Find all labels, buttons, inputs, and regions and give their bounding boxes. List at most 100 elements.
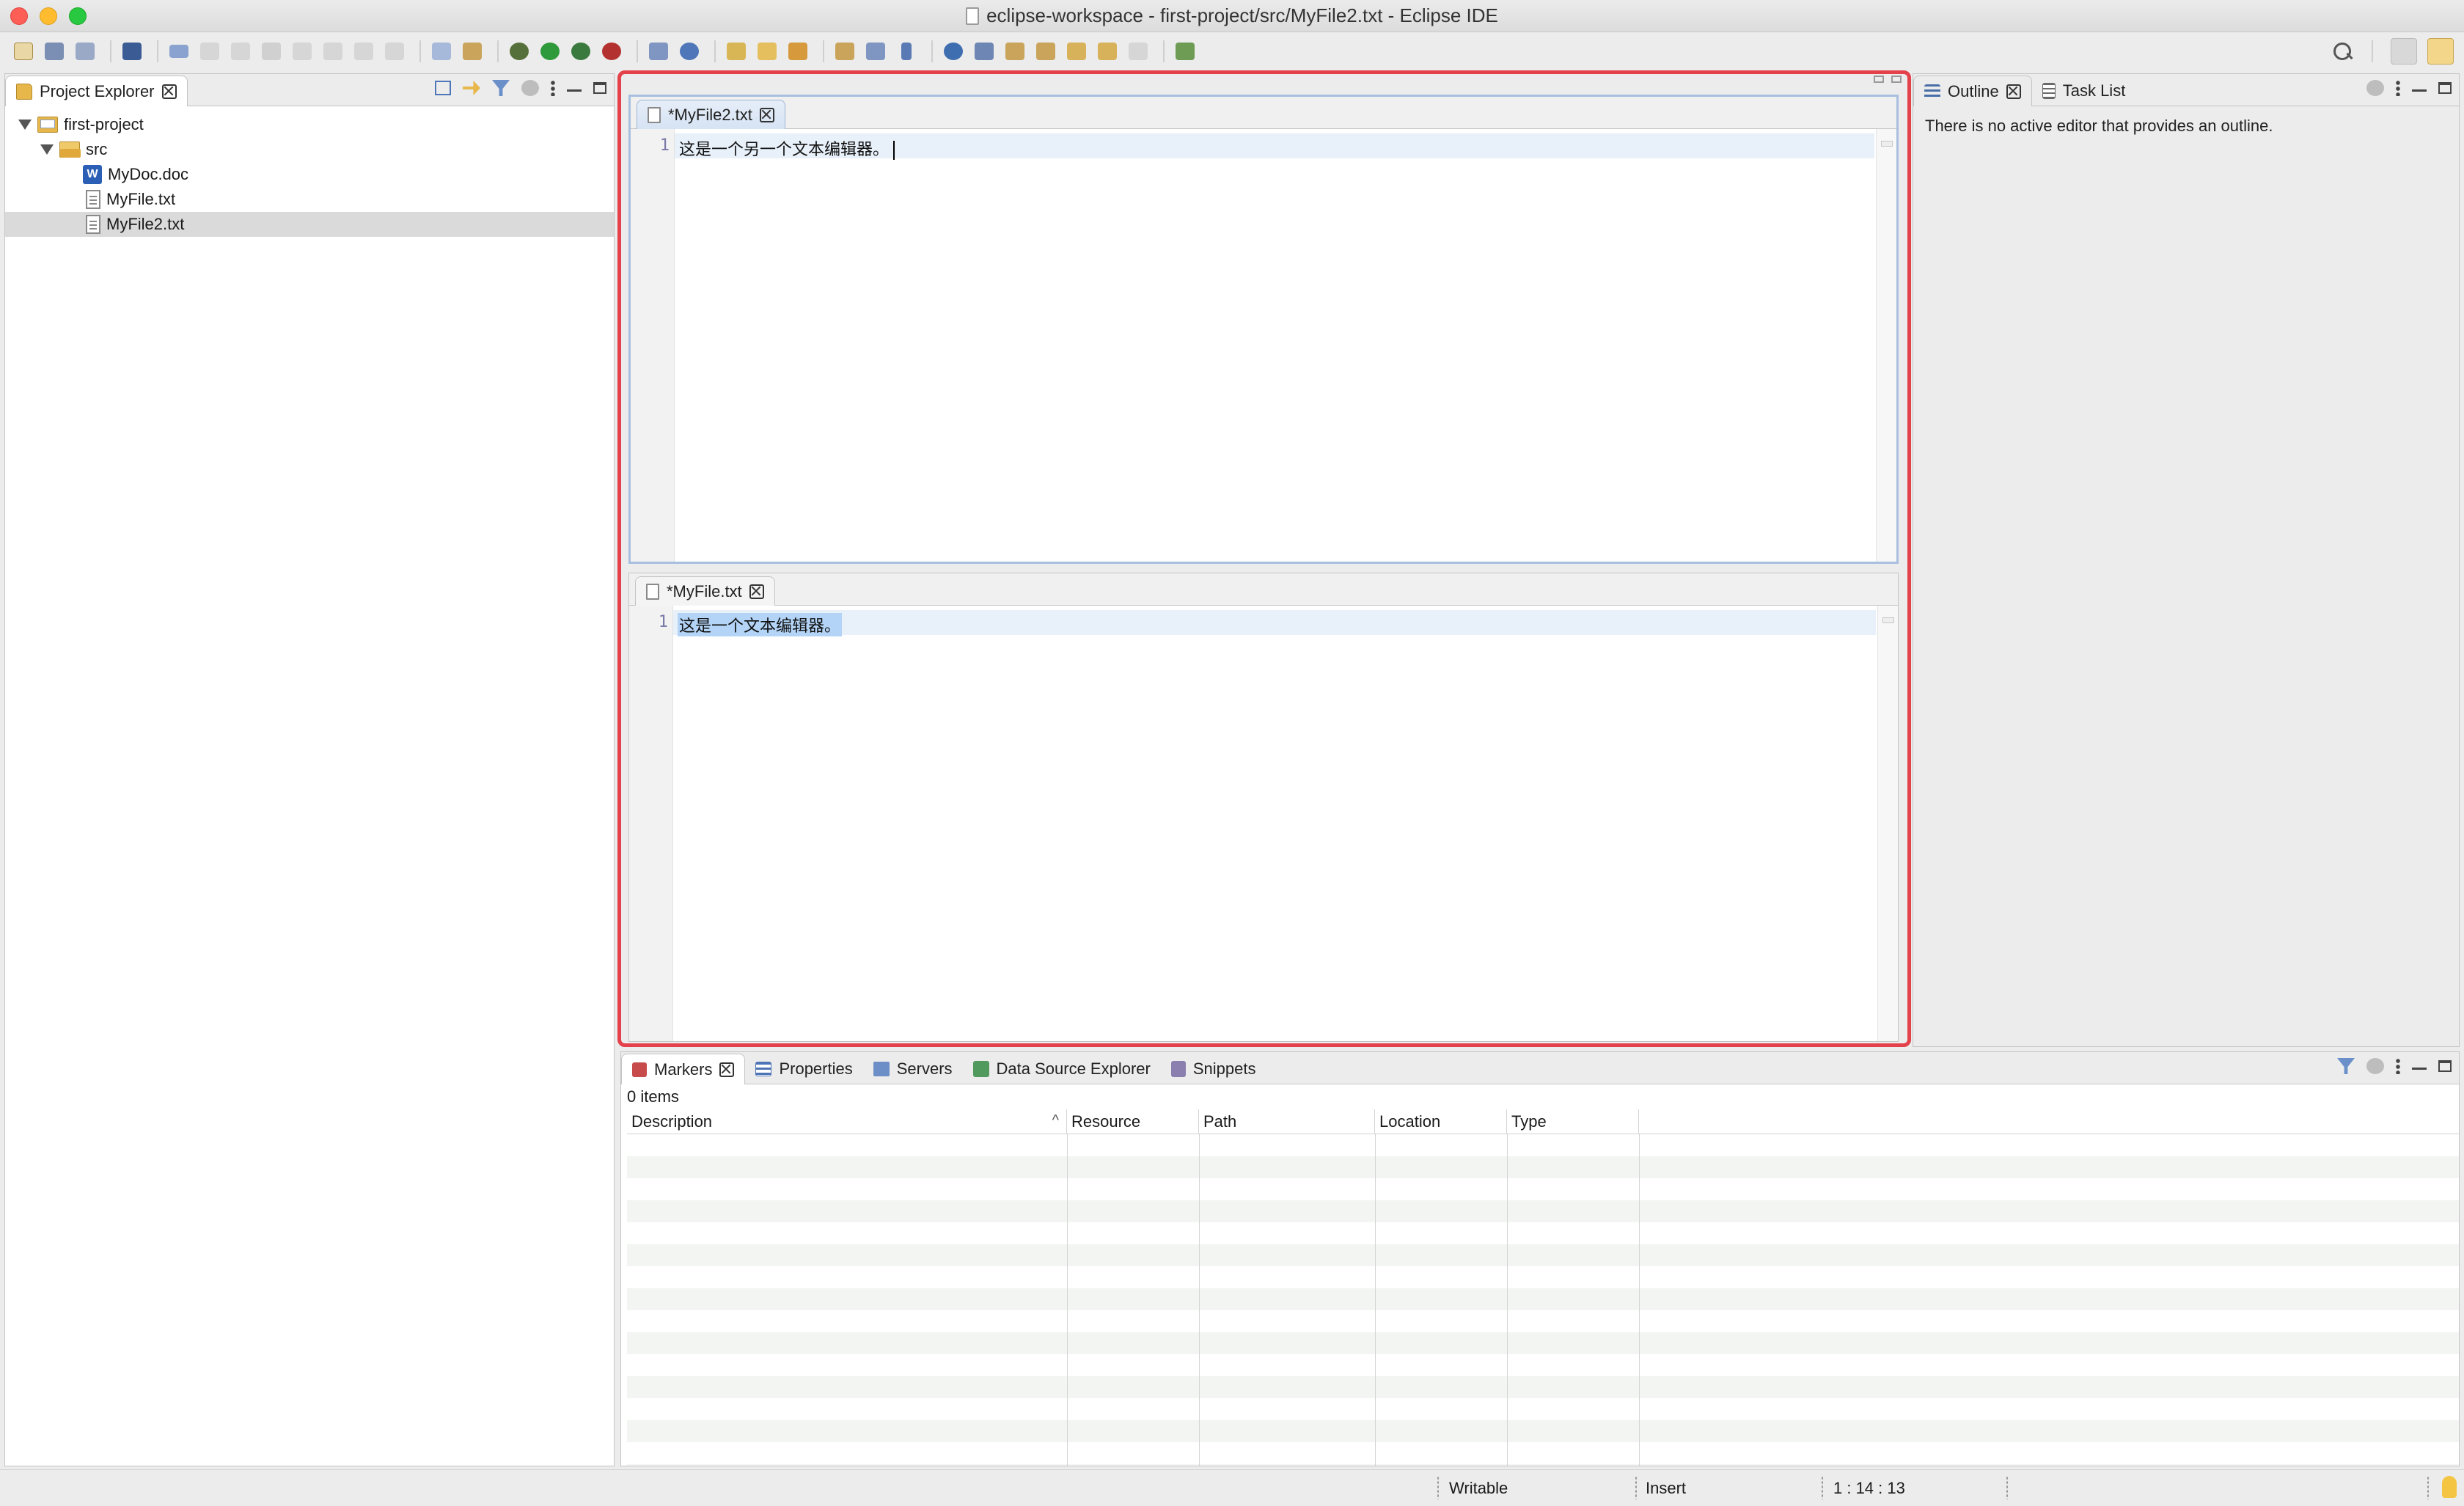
column-type[interactable]: Type (1507, 1109, 1639, 1134)
close-window-button[interactable] (10, 7, 28, 25)
link-with-editor-icon[interactable] (463, 81, 480, 95)
minimize-icon[interactable] (2412, 1067, 2427, 1070)
clear-icon[interactable] (459, 38, 485, 65)
minimize-window-button[interactable] (40, 7, 57, 25)
step-into-icon[interactable] (320, 38, 346, 65)
toggle-mark-icon[interactable] (832, 38, 858, 65)
coverage-icon[interactable] (568, 38, 594, 65)
text-area[interactable]: 这是一个文本编辑器。 (673, 606, 1876, 1041)
tab-project-explorer[interactable]: Project Explorer (5, 76, 188, 106)
editor-line-1-selected[interactable]: 这是一个文本编辑器。 (678, 613, 843, 636)
save-icon[interactable] (41, 38, 67, 65)
open-type-icon[interactable] (676, 38, 703, 65)
tab-markers[interactable]: Markers (621, 1054, 746, 1084)
tree-item-myfile2[interactable]: MyFile2.txt (5, 212, 614, 237)
status-insert-mode[interactable]: Insert (1646, 1479, 1686, 1498)
close-icon[interactable] (759, 107, 774, 122)
close-icon[interactable] (2006, 84, 2021, 99)
maximize-icon[interactable] (2438, 1060, 2452, 1072)
focus-icon[interactable] (2366, 1058, 2384, 1074)
overview-ruler[interactable] (1877, 606, 1898, 1041)
tip-bulb-icon[interactable] (2442, 1476, 2457, 1498)
editor-area-minimize-icon[interactable] (1874, 76, 1884, 83)
column-resource[interactable]: Resource (1067, 1109, 1199, 1134)
expand-arrow-icon[interactable] (40, 144, 54, 155)
new-icon[interactable] (10, 38, 37, 65)
view-menu-icon[interactable] (551, 80, 555, 96)
search-icon[interactable] (2331, 40, 2354, 63)
pin-editor-icon[interactable] (1172, 38, 1198, 65)
debug-icon[interactable] (506, 38, 532, 65)
minimize-icon[interactable] (567, 89, 582, 92)
java-ee-perspective-icon[interactable] (2427, 38, 2454, 65)
search-marker-icon[interactable] (971, 38, 997, 65)
tab-snippets[interactable]: Snippets (1161, 1054, 1266, 1084)
tree-item-mydoc[interactable]: W MyDoc.doc (5, 162, 614, 187)
text-area[interactable]: 这是一个另一个文本编辑器。 (675, 129, 1874, 562)
zoom-window-button[interactable] (69, 7, 87, 25)
view-menu-icon[interactable] (2396, 1058, 2400, 1074)
status-cursor-position[interactable]: 1 : 14 : 13 (1833, 1479, 1905, 1498)
new-server-icon[interactable] (645, 38, 672, 65)
close-icon[interactable] (719, 1062, 735, 1077)
open-resource-icon[interactable] (754, 38, 780, 65)
open-perspective-icon[interactable] (2391, 38, 2417, 65)
tree-item-src[interactable]: src (5, 137, 614, 162)
step-over-icon[interactable] (351, 38, 377, 65)
terminate-icon[interactable] (258, 38, 285, 65)
tab-properties[interactable]: Properties (745, 1054, 862, 1084)
suspend-icon[interactable] (227, 38, 254, 65)
back-icon[interactable] (1063, 38, 1090, 65)
tab-myfile2[interactable]: *MyFile2.txt (637, 100, 785, 129)
maximize-icon[interactable] (2438, 82, 2452, 94)
filter-icon[interactable] (2337, 1058, 2355, 1074)
skip-breakpoints-icon[interactable] (166, 38, 192, 65)
minimize-icon[interactable] (2412, 89, 2427, 92)
next-annotation-icon[interactable] (1002, 38, 1028, 65)
markers-table-body[interactable] (627, 1134, 2459, 1466)
tree-item-first-project[interactable]: first-project (5, 112, 614, 137)
tab-servers[interactable]: Servers (863, 1054, 963, 1084)
text-cursor (893, 141, 895, 160)
disconnect-icon[interactable] (289, 38, 315, 65)
terminal-icon[interactable] (119, 38, 145, 65)
forward-disabled-icon[interactable] (1125, 38, 1151, 65)
tab-task-list[interactable]: Task List (2032, 76, 2136, 106)
forward-icon[interactable] (1094, 38, 1121, 65)
save-all-icon[interactable] (72, 38, 98, 65)
collapse-all-icon[interactable] (435, 81, 451, 95)
prev-annotation-icon[interactable] (1033, 38, 1059, 65)
focus-icon[interactable] (521, 80, 539, 96)
maximize-icon[interactable] (593, 82, 606, 94)
resume-icon[interactable] (197, 38, 223, 65)
close-icon[interactable] (749, 584, 764, 599)
close-icon[interactable] (161, 84, 177, 99)
block-selection-icon[interactable] (862, 38, 889, 65)
editor-body-bottom[interactable]: 1 这是一个文本编辑器。 (629, 606, 1898, 1041)
external-tools-icon[interactable] (598, 38, 625, 65)
line-number-gutter: 1 (629, 606, 673, 1041)
editor-line-1[interactable]: 这是一个另一个文本编辑器。 (679, 136, 895, 160)
annotation-icon[interactable] (785, 38, 811, 65)
open-task-icon[interactable] (723, 38, 749, 65)
editor-area-maximize-icon[interactable] (1891, 76, 1902, 83)
line-number: 1 (659, 136, 670, 155)
step-return-icon[interactable] (381, 38, 408, 65)
editor-body-top[interactable]: 1 这是一个另一个文本编辑器。 (631, 129, 1896, 562)
column-path[interactable]: Path (1199, 1109, 1375, 1134)
filter-icon[interactable] (492, 80, 510, 96)
expand-arrow-icon[interactable] (18, 120, 32, 130)
show-whitespace-icon[interactable] (893, 38, 920, 65)
web-browser-icon[interactable] (940, 38, 967, 65)
view-menu-icon[interactable] (2396, 80, 2400, 96)
tree-item-myfile[interactable]: MyFile.txt (5, 187, 614, 212)
tab-outline[interactable]: Outline (1913, 76, 2032, 106)
column-location[interactable]: Location (1375, 1109, 1507, 1134)
overview-ruler[interactable] (1876, 129, 1896, 562)
tab-data-source-explorer[interactable]: Data Source Explorer (963, 1054, 1161, 1084)
run-icon[interactable] (537, 38, 563, 65)
tab-myfile[interactable]: *MyFile.txt (635, 576, 775, 606)
column-description[interactable]: Description (627, 1109, 1067, 1134)
focus-icon[interactable] (2366, 80, 2384, 96)
toggle-block-icon[interactable] (428, 38, 455, 65)
